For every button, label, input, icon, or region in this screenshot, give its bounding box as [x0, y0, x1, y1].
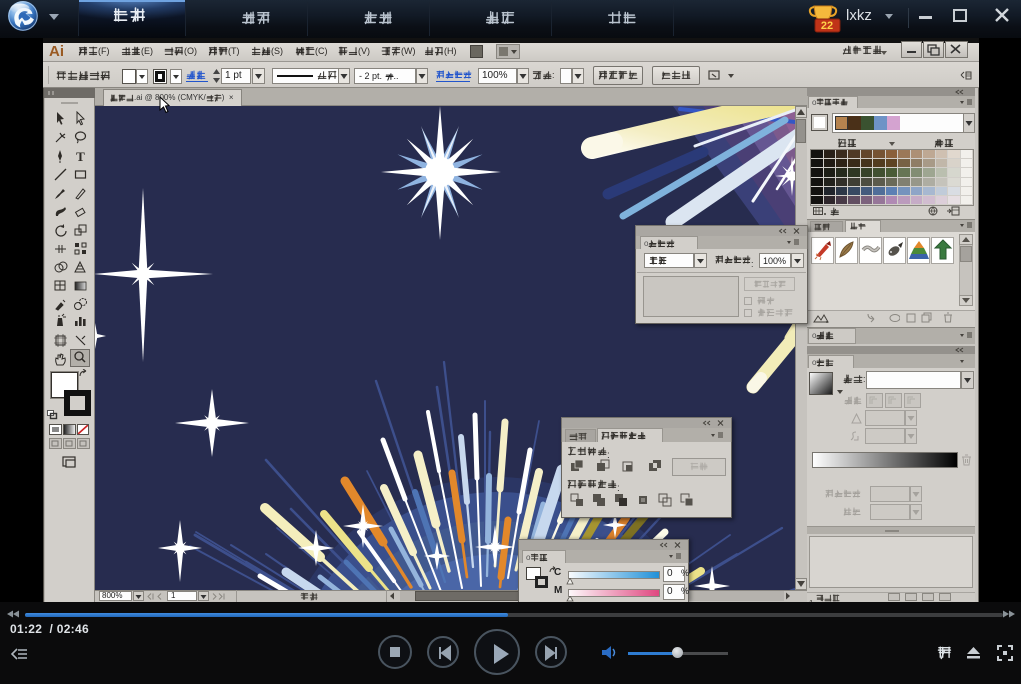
svg-text:22: 22	[821, 20, 833, 32]
svg-text:T: T	[76, 149, 85, 164]
